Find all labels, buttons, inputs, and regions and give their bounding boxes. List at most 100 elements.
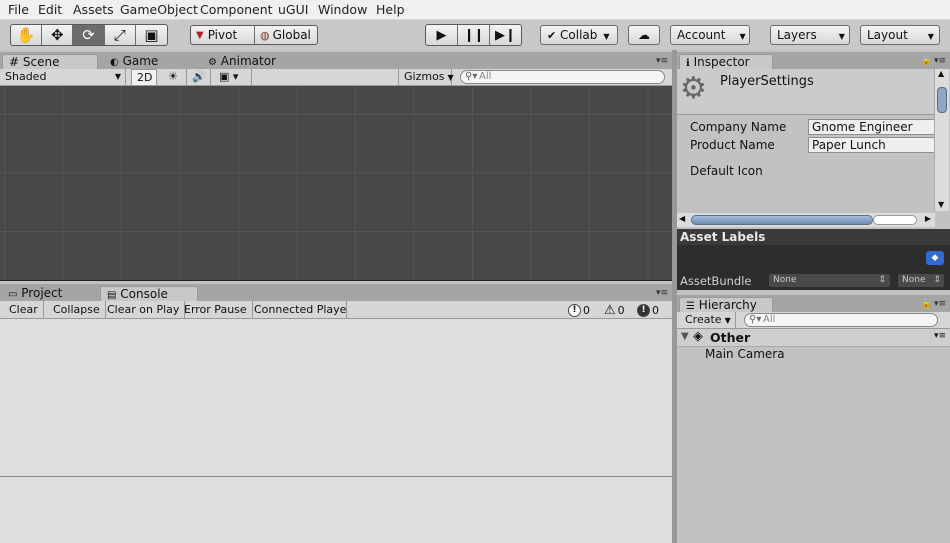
scroll-left-icon: ◀ [679, 214, 686, 223]
console-log-area[interactable] [0, 319, 672, 543]
lock-icon[interactable]: 🔒 [921, 299, 932, 309]
lock-icon[interactable]: 🔒 [921, 56, 932, 66]
expand-arrow-icon[interactable]: ▼ [681, 331, 689, 342]
panel-menu-icon[interactable]: ▾≡ [656, 56, 668, 66]
tab-hierarchy[interactable]: ☰ Hierarchy [679, 297, 773, 312]
play-icon[interactable]: ▶ [426, 25, 458, 45]
menu-assets[interactable]: Assets [73, 2, 114, 17]
collab-button[interactable]: ✔ Collab ▼ [540, 25, 618, 45]
dropdown-icon: ▼ [114, 72, 121, 81]
scene-view[interactable] [0, 86, 672, 281]
transform-tools: ✋ ✥ ⟳ ⤢ ▣ [10, 24, 168, 46]
move-tool-icon[interactable]: ✥ [42, 25, 74, 45]
dropdown-icon: ▼ [927, 32, 934, 41]
mode-2d-toggle[interactable]: 2D [131, 69, 157, 86]
pivot-toggle[interactable]: ▼ Pivot [191, 26, 255, 44]
scene-menu-icon[interactable]: ▾≡ [934, 331, 946, 341]
menu-file[interactable]: File [8, 2, 29, 17]
hierarchy-search-input[interactable]: ⚲▾ All [744, 313, 938, 327]
assetbundle-dropdown[interactable]: None ⇕ [769, 274, 890, 287]
connected-player-dropdown[interactable]: Connected Player [249, 301, 347, 319]
search-icon: ⚲▾ [749, 314, 762, 325]
hierarchy-tabbar: ☰ Hierarchy 🔒 ▾≡ [677, 295, 950, 312]
log-count-toggle[interactable]: ! 0 [568, 302, 590, 318]
step-icon[interactable]: ▶❙ [490, 25, 521, 45]
layout-dropdown[interactable]: Layout ▼ [860, 25, 940, 45]
inspector-vertical-scrollbar[interactable]: ▲ ▼ [934, 69, 949, 211]
company-name-label: Company Name [690, 120, 787, 134]
console-icon: ▤ [107, 290, 117, 301]
menu-help[interactable]: Help [376, 2, 405, 17]
product-name-label: Product Name [690, 138, 775, 152]
list-icon: ☰ [686, 301, 695, 312]
error-count-toggle[interactable]: ! 0 [637, 302, 659, 318]
scroll-up-icon: ▲ [938, 69, 945, 78]
info-icon: ! [568, 303, 581, 317]
menu-edit[interactable]: Edit [38, 2, 62, 17]
menu-bar: File Edit Assets GameObject Component uG… [0, 0, 950, 20]
effects-icon[interactable]: ▣ ▾ [214, 69, 252, 86]
create-dropdown[interactable]: Create ▼ [681, 312, 736, 329]
company-name-field[interactable]: Gnome Engineer [808, 119, 938, 135]
scene-row[interactable]: ▼ ◈ Other ▾≡ [677, 329, 950, 347]
hierarchy-tree: ▼ ◈ Other ▾≡ Main Camera [677, 329, 950, 543]
cloud-button[interactable]: ☁ [628, 25, 660, 45]
clear-on-play-button[interactable]: Clear on Play [102, 301, 186, 319]
tab-scene[interactable]: # Scene [2, 54, 98, 69]
product-name-field[interactable]: Paper Lunch [808, 137, 938, 153]
list-item[interactable]: Main Camera [705, 347, 785, 361]
console-toolbar: Clear Collapse Clear on Play Error Pause… [0, 301, 672, 319]
scroll-thumb[interactable] [937, 87, 947, 113]
clear-button[interactable]: Clear [4, 301, 44, 319]
settings-gear-icon: ⚙ [680, 71, 707, 106]
menu-component[interactable]: Component [200, 2, 273, 17]
scene-search-input[interactable]: ⚲▾ All [460, 70, 665, 84]
menu-window[interactable]: Window [318, 2, 367, 17]
account-dropdown[interactable]: Account ▼ [670, 25, 750, 45]
tab-inspector[interactable]: ℹ Inspector [679, 54, 773, 69]
error-pause-button[interactable]: Error Pause [179, 301, 253, 319]
unity-logo-icon: ◈ [693, 329, 703, 344]
panel-menu-icon[interactable]: ▾≡ [934, 299, 946, 309]
hand-tool-icon[interactable]: ✋ [11, 25, 43, 45]
gizmos-dropdown[interactable]: Gizmos ▼ [398, 69, 454, 86]
hierarchy-toolbar: Create ▼ ⚲▾ All [677, 312, 950, 329]
lighting-icon[interactable]: ☀ [163, 69, 187, 86]
tag-icon[interactable]: ◆ [926, 251, 944, 265]
layers-dropdown[interactable]: Layers ▼ [770, 25, 850, 45]
animator-icon: ⚙ [208, 57, 217, 68]
panel-menu-icon[interactable]: ▾≡ [934, 56, 946, 66]
rotate-tool-icon[interactable]: ⟳ [73, 25, 105, 45]
tab-animator[interactable]: ⚙ Animator [202, 54, 282, 69]
audio-icon[interactable]: 🔊 [187, 69, 211, 86]
menu-ugui[interactable]: uGUI [278, 2, 308, 17]
dropdown-icon: ▼ [447, 73, 454, 82]
inspector-tabbar: ℹ Inspector 🔒 ▾≡ [677, 52, 950, 69]
panel-menu-icon[interactable]: ▾≡ [656, 288, 668, 298]
scene-name: Other [710, 330, 751, 345]
dropdown-icon: ⇕ [878, 275, 886, 285]
shading-dropdown[interactable]: Shaded ▼ [0, 69, 126, 86]
scene-toolbar: Shaded ▼ 2D ☀ 🔊 ▣ ▾ Gizmos ▼ ⚲▾ All [0, 69, 672, 86]
rect-tool-icon[interactable]: ▣ [136, 25, 167, 45]
pause-icon[interactable]: ❙❙ [458, 25, 490, 45]
dropdown-icon: ▼ [838, 32, 845, 41]
assetbundle-variant-dropdown[interactable]: None ⇕ [898, 274, 944, 287]
global-label: Global [272, 28, 311, 42]
scene-tabbar: # Scene ◐ Game ⚙ Animator ▾≡ [0, 52, 672, 69]
inspector-horizontal-scrollbar[interactable]: ◀ ▶ [677, 213, 935, 227]
scroll-thumb[interactable] [691, 215, 873, 225]
error-icon: ! [637, 303, 650, 317]
scale-tool-icon[interactable]: ⤢ [105, 25, 136, 45]
warning-count-toggle[interactable]: ⚠ 0 [604, 302, 625, 318]
tab-project[interactable]: ▭ Project [2, 286, 68, 301]
menu-gameobject[interactable]: GameObject [120, 2, 198, 17]
pivot-global-group: ▼ Pivot ◍ Global [190, 25, 318, 45]
collapse-button[interactable]: Collapse [48, 301, 106, 319]
global-toggle[interactable]: ◍ Global [255, 26, 316, 44]
dropdown-icon: ▼ [724, 316, 731, 325]
globe-icon: ◍ [260, 28, 270, 42]
tab-game[interactable]: ◐ Game [104, 54, 164, 69]
console-detail-splitter[interactable] [0, 476, 672, 477]
tab-console[interactable]: ▤ Console [100, 286, 198, 301]
